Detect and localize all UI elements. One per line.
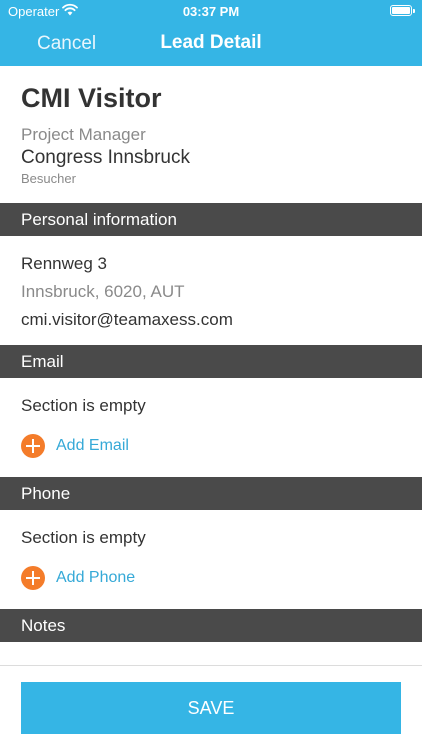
lead-company: Congress Innsbruck xyxy=(21,147,190,168)
email-empty-text: Section is empty xyxy=(21,396,146,415)
lead-summary: CMI Visitor Project Manager Congress Inn… xyxy=(21,80,411,188)
page-title: Lead Detail xyxy=(160,32,262,53)
add-phone-button[interactable]: Add Phone xyxy=(21,566,135,590)
nav-bar: Cancel Lead Detail xyxy=(0,22,422,66)
section-header-email: Email xyxy=(0,345,422,378)
phone-empty-text: Section is empty xyxy=(21,528,146,547)
add-email-button[interactable]: Add Email xyxy=(21,434,129,458)
section-header-personal: Personal information xyxy=(0,203,422,236)
plus-circle-icon xyxy=(21,566,45,590)
plus-circle-icon xyxy=(21,434,45,458)
top-header: Operater 03:37 PM Cancel Lead Detail xyxy=(0,0,422,66)
section-header-phone: Phone xyxy=(0,477,422,510)
section-header-notes: Notes xyxy=(0,609,422,642)
lead-job-title: Project Manager xyxy=(21,125,146,144)
footer-divider xyxy=(0,665,422,666)
address-city: Innsbruck, 6020, AUT xyxy=(21,282,185,301)
lead-role: Besucher xyxy=(21,171,76,186)
add-email-label: Add Email xyxy=(56,437,129,454)
status-bar: Operater 03:37 PM xyxy=(0,0,422,22)
battery-icon xyxy=(390,5,415,16)
lead-name: CMI Visitor xyxy=(21,83,162,113)
address-street: Rennweg 3 xyxy=(21,254,108,273)
clock: 03:37 PM xyxy=(182,4,240,19)
email-address: cmi.visitor@teamaxess.com xyxy=(21,310,233,329)
add-phone-label: Add Phone xyxy=(56,569,136,586)
save-button[interactable]: SAVE xyxy=(21,682,401,734)
